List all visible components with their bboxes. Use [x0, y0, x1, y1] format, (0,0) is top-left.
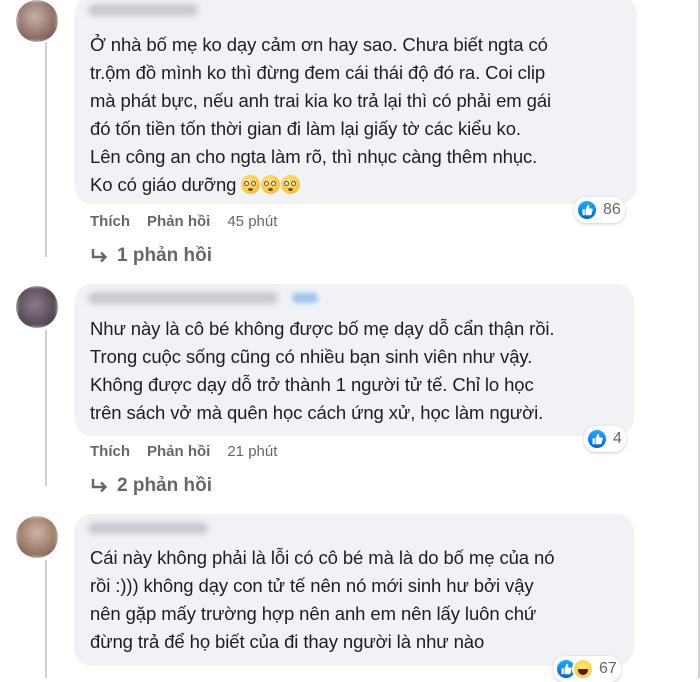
comment-text: Cái này không phải là lỗi có cô bé mà là…	[90, 544, 624, 656]
author-badge-blurred	[292, 293, 318, 303]
avatar[interactable]	[16, 516, 58, 558]
comment-line: Không được dạy dỗ trở thành 1 người tử t…	[90, 374, 534, 395]
comment-line: tr.ộm đồ mình ko thì đừng đem cái thái đ…	[90, 62, 546, 83]
reply-button[interactable]: Phản hồi	[147, 443, 210, 460]
comment-line: Trong cuộc sống cũng có nhiều bạn sinh v…	[90, 346, 533, 367]
rolling-eyes-emoji	[241, 175, 261, 194]
thread-line	[45, 560, 47, 678]
like-button[interactable]: Thích	[90, 443, 130, 460]
thread-line	[45, 330, 47, 486]
view-replies-link[interactable]: 2 phản hồi	[90, 475, 212, 497]
rolling-eyes-emoji	[281, 175, 301, 194]
comment-line: trên sách vở mà quên học cách ứng xử, họ…	[90, 402, 544, 423]
like-reaction-icon	[586, 428, 608, 450]
comment-bubble: Cái này không phải là lỗi có cô bé mà là…	[74, 514, 634, 666]
reaction-summary[interactable]: 86	[574, 197, 625, 223]
author-name-blurred[interactable]	[88, 522, 208, 534]
reaction-count: 4	[613, 430, 622, 447]
comment-line: Lên công an cho ngta làm rõ, thì nhục cà…	[90, 146, 538, 167]
reaction-summary[interactable]: 4	[584, 426, 626, 452]
comment-line-text: Ko có giáo dưỡng	[90, 174, 237, 195]
comment-line: đó tốn tiền tốn thời gian đi làm lại giấ…	[90, 118, 521, 139]
comment-line: mà phát bực, nếu anh trai kia ko trả lại…	[90, 90, 552, 111]
reply-arrow-icon	[91, 479, 108, 493]
comment-text: Như này là cô bé không được bố mẹ dạy dỗ…	[90, 315, 624, 427]
haha-reaction-icon	[572, 658, 594, 680]
comment-actions: Thích Phản hồi 21 phút	[90, 443, 277, 460]
replies-count-label: 2 phản hồi	[117, 475, 212, 496]
author-name-blurred[interactable]	[88, 4, 198, 16]
thread-line	[45, 42, 47, 257]
comment-bubble: Như này là cô bé không được bố mẹ dạy dỗ…	[74, 284, 634, 436]
reply-button[interactable]: Phản hồi	[147, 213, 210, 230]
replies-count-label: 1 phản hồi	[117, 245, 212, 266]
comment-line: rồi :))) không dạy con tử tế nên nó mới …	[90, 575, 534, 596]
avatar[interactable]	[16, 0, 58, 42]
rolling-eyes-emoji	[261, 175, 281, 194]
avatar[interactable]	[16, 286, 58, 328]
reaction-count: 86	[603, 201, 621, 218]
comment-text: Ở nhà bố mẹ ko dạy cảm ơn hay sao. Chưa …	[90, 31, 627, 199]
reaction-summary[interactable]: 67	[553, 656, 621, 682]
like-reaction-icon	[576, 199, 598, 221]
comment-actions: Thích Phản hồi 45 phút	[90, 213, 277, 230]
timestamp[interactable]: 21 phút	[227, 443, 277, 460]
like-button[interactable]: Thích	[90, 213, 130, 230]
author-name-blurred[interactable]	[88, 292, 278, 304]
view-replies-link[interactable]: 1 phản hồi	[90, 245, 212, 267]
comment-line: Cái này không phải là lỗi có cô bé mà là…	[90, 547, 555, 568]
comment-line: Ko có giáo dưỡng	[90, 171, 627, 199]
reaction-count: 67	[599, 660, 617, 677]
comment-line: nên gặp mấy trường hợp nên anh em nên lấ…	[90, 603, 537, 624]
comment-line: Ở nhà bố mẹ ko dạy cảm ơn hay sao. Chưa …	[90, 34, 548, 55]
reply-arrow-icon	[91, 249, 108, 263]
timestamp[interactable]: 45 phút	[227, 213, 277, 230]
comment-line: đừng trả để họ biết của đi thay người là…	[90, 631, 485, 652]
comment-line: Như này là cô bé không được bố mẹ dạy dỗ…	[90, 318, 555, 339]
comment-bubble: Ở nhà bố mẹ ko dạy cảm ơn hay sao. Chưa …	[74, 0, 637, 204]
